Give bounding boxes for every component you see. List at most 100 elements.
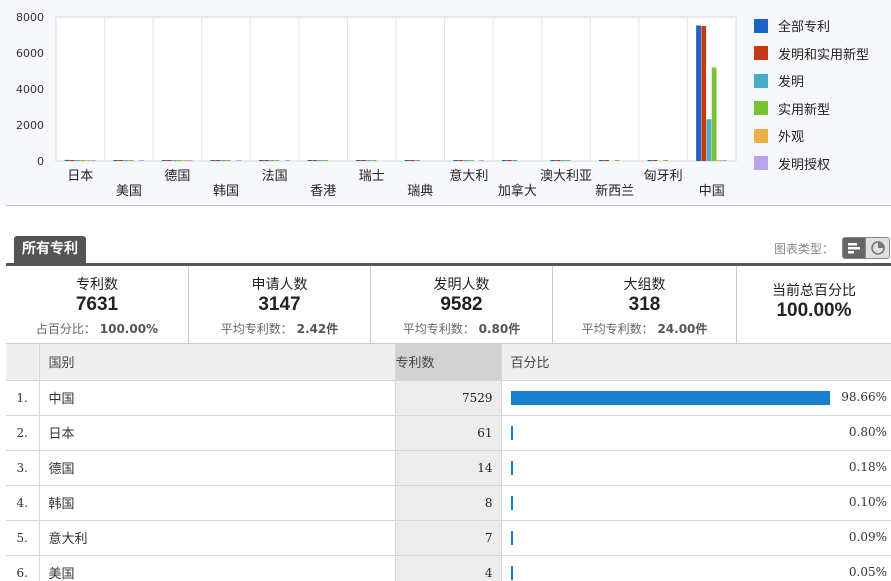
chart-bar bbox=[182, 160, 188, 161]
row-country[interactable]: 德国 bbox=[39, 450, 395, 486]
table-row[interactable]: 5. 意大利 7 0.09% bbox=[6, 520, 891, 556]
row-country[interactable]: 意大利 bbox=[39, 520, 395, 556]
chart-bar bbox=[264, 160, 269, 161]
table-row[interactable]: 4. 韩国 8 0.10% bbox=[6, 485, 891, 521]
chart-bar bbox=[128, 160, 134, 161]
chart-bar bbox=[220, 160, 226, 161]
tab-bar: 所有专利 图表类型： bbox=[6, 236, 891, 266]
row-index: 6. bbox=[6, 555, 40, 581]
table-row[interactable]: 2. 日本 61 0.80% bbox=[6, 415, 891, 451]
legend-label: 全部专利 bbox=[778, 20, 831, 36]
stat-value: 9582 bbox=[440, 294, 483, 315]
legend-item[interactable]: 发明和实用新型 bbox=[754, 40, 891, 68]
chart-bar bbox=[113, 160, 119, 161]
chart-bar bbox=[177, 160, 183, 161]
chart-bar bbox=[167, 160, 172, 161]
chart-bar bbox=[172, 160, 178, 161]
legend-item[interactable]: 实用新型 bbox=[754, 95, 891, 123]
legend-swatch bbox=[754, 73, 768, 88]
chart-bar bbox=[555, 160, 561, 161]
table-row[interactable]: 6. 美国 4 0.05% bbox=[6, 555, 891, 581]
header-percent[interactable]: 百分比 bbox=[501, 344, 891, 381]
row-country[interactable]: 日本 bbox=[39, 415, 395, 451]
pie-chart-button[interactable] bbox=[866, 237, 890, 259]
chart-plot: 0 2000 4000 6000 8000 日本美国 德国韩国 法国香港 瑞士瑞典 意大利加拿大澳… bbox=[16, 11, 737, 199]
chart-bar bbox=[274, 160, 280, 161]
header-country[interactable]: 国别 bbox=[39, 344, 395, 381]
header-index bbox=[6, 344, 40, 381]
chart-bar bbox=[560, 160, 566, 161]
chart-bar bbox=[366, 160, 372, 161]
row-percent-cell: 0.80% bbox=[501, 415, 891, 451]
legend-label: 发明 bbox=[778, 75, 805, 91]
table-row[interactable]: 1. 中国 7529 98.66% bbox=[6, 380, 891, 416]
chart-bar bbox=[269, 160, 275, 161]
x-tick-label: 瑞士 bbox=[359, 169, 385, 184]
row-index: 2. bbox=[6, 415, 40, 451]
chart-bar bbox=[75, 160, 80, 161]
row-percent-cell: 98.66% bbox=[501, 380, 891, 416]
row-country[interactable]: 中国 bbox=[39, 380, 395, 416]
chart-bar bbox=[284, 160, 290, 161]
legend-label: 实用新型 bbox=[778, 102, 831, 118]
legend-swatch bbox=[754, 101, 768, 116]
chart-bar bbox=[663, 160, 668, 161]
percent-bar bbox=[510, 565, 513, 580]
stat-value: 7631 bbox=[75, 294, 119, 315]
y-tick-label: 6000 bbox=[16, 47, 44, 60]
x-tick-label: 澳大利亚 bbox=[540, 168, 592, 184]
legend-item[interactable]: 全部专利 bbox=[754, 12, 891, 40]
row-percent: 98.66% bbox=[841, 389, 887, 404]
row-country[interactable]: 美国 bbox=[39, 555, 395, 581]
bar-chart-button[interactable] bbox=[842, 237, 866, 259]
legend-item[interactable]: 外观 bbox=[754, 122, 891, 150]
row-percent: 0.18% bbox=[848, 459, 887, 474]
row-index: 4. bbox=[6, 485, 40, 521]
chart-legend: 全部专利发明和实用新型发明实用新型外观 发明授权 bbox=[754, 12, 891, 177]
chart-bar bbox=[701, 26, 707, 161]
chart-bar bbox=[123, 160, 129, 161]
row-country[interactable]: 韩国 bbox=[39, 485, 395, 521]
row-count: 7529 bbox=[394, 380, 502, 416]
chart-bar bbox=[404, 160, 410, 161]
stat-sub-value: 24.00件 bbox=[657, 322, 708, 336]
chart-bar bbox=[64, 159, 70, 161]
tab-all-patents[interactable]: 所有专利 bbox=[14, 236, 86, 263]
percent-bar bbox=[510, 495, 513, 510]
stat-title: 当前总百分比 bbox=[772, 283, 856, 299]
chart-bar bbox=[90, 160, 96, 161]
stat-sub-label: 平均专利数： bbox=[220, 322, 293, 336]
x-tick-label: 新西兰 bbox=[595, 183, 634, 199]
chart-bar bbox=[507, 160, 512, 161]
chart-bar bbox=[356, 160, 361, 161]
legend-item[interactable]: 发明 bbox=[754, 67, 891, 95]
chart-type-label: 图表类型： bbox=[773, 241, 834, 256]
row-count: 14 bbox=[394, 450, 502, 486]
legend-item[interactable]: 发明授权 bbox=[754, 150, 891, 178]
percent-bar bbox=[510, 530, 513, 545]
percent-bar-track bbox=[510, 425, 835, 440]
percent-bar bbox=[510, 390, 831, 405]
stat-sub-value: 100.00% bbox=[99, 322, 159, 336]
legend-swatch bbox=[754, 156, 768, 171]
row-percent: 0.09% bbox=[848, 529, 887, 544]
stat-sub: 占百分比： 100.00% bbox=[6, 320, 188, 337]
legend-swatch bbox=[754, 18, 768, 33]
table-header-row: 国别 专利数 百分比 bbox=[6, 344, 891, 381]
stat-title: 专利数 bbox=[76, 277, 118, 293]
chart-bar bbox=[361, 160, 367, 161]
row-index: 5. bbox=[6, 520, 40, 556]
chart-bar bbox=[118, 160, 124, 161]
row-index: 3. bbox=[6, 450, 40, 486]
percent-bar-track bbox=[510, 495, 835, 510]
chart-bar bbox=[696, 25, 701, 162]
chart-bar bbox=[566, 160, 571, 161]
table-row[interactable]: 3. 德国 14 0.18% bbox=[6, 450, 891, 486]
header-count[interactable]: 专利数 bbox=[394, 344, 502, 381]
summary-stats: 专利数 7631 占百分比： 100.00% 申请人数 3147 平均专利数： … bbox=[6, 266, 891, 344]
chart-bar bbox=[415, 160, 420, 161]
row-percent-cell: 0.05% bbox=[501, 555, 891, 581]
percent-bar bbox=[510, 425, 514, 440]
chart-bar bbox=[550, 160, 556, 161]
x-tick-label: 意大利 bbox=[449, 168, 488, 184]
